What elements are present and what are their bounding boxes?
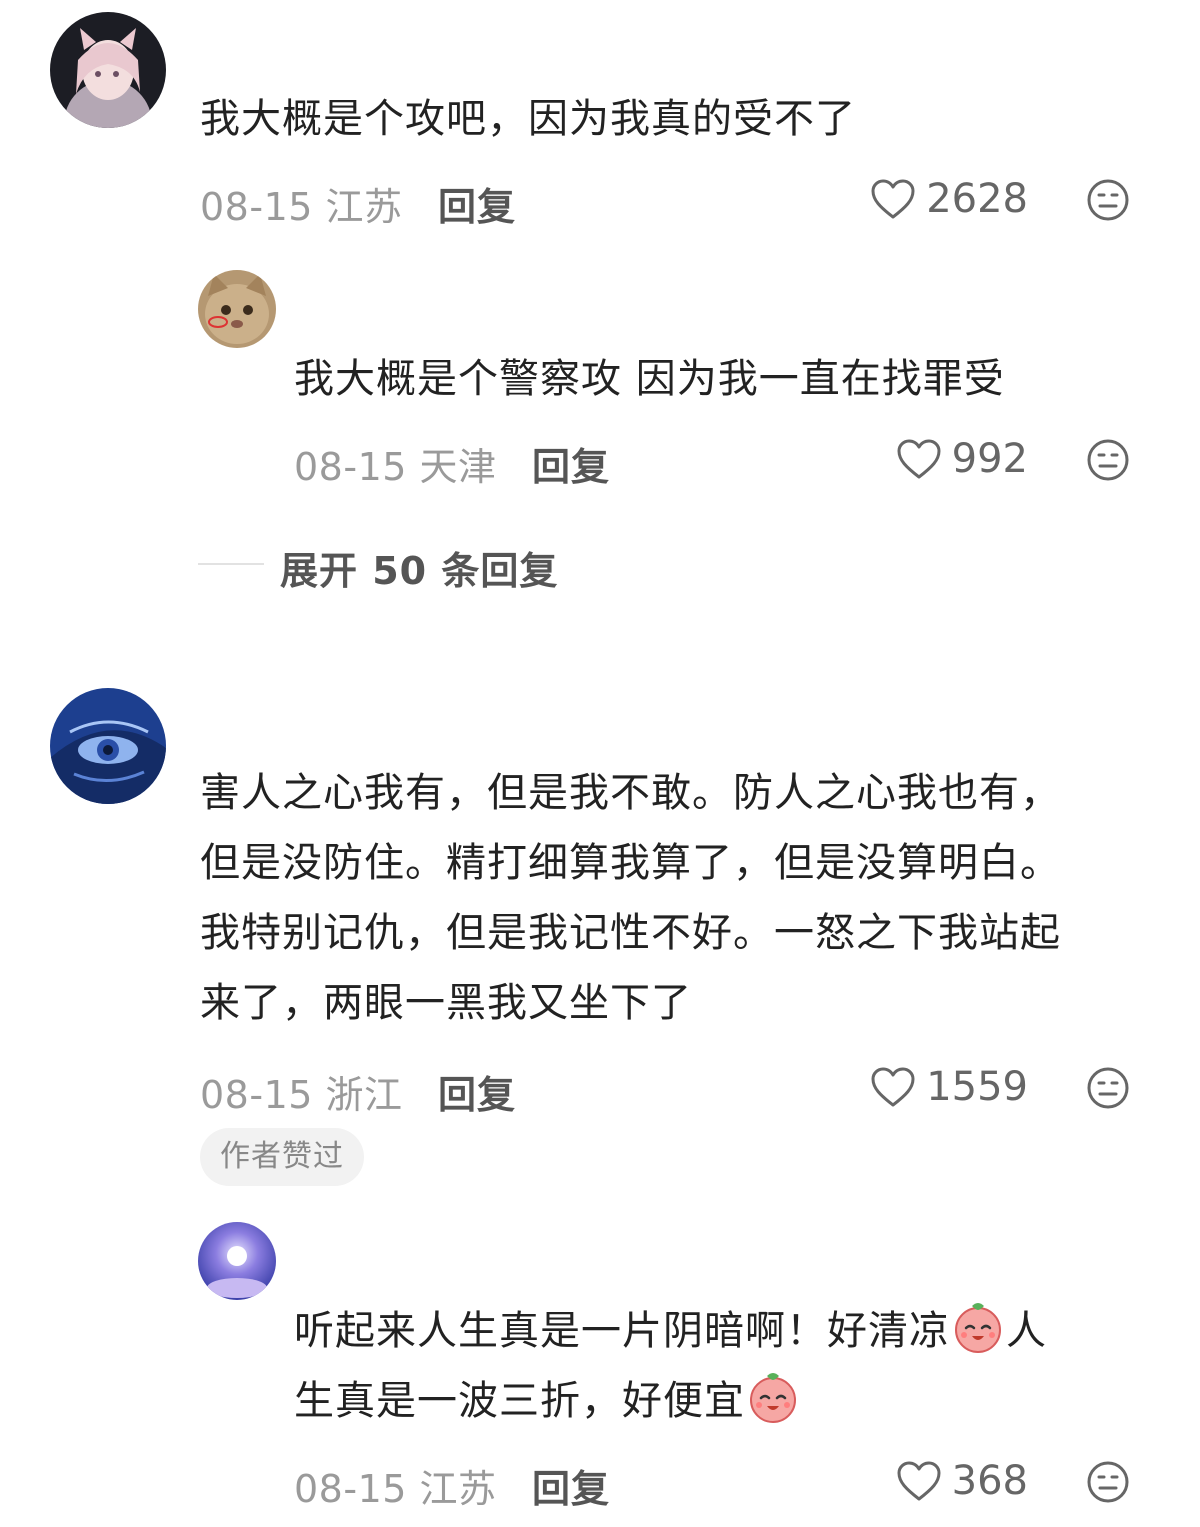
like-count: 1559	[926, 1064, 1028, 1110]
reply-location: 天津	[419, 445, 497, 489]
comment-meta: 08-15 浙江	[200, 1064, 403, 1119]
reply-button[interactable]: 回复	[438, 1064, 516, 1119]
reply-button[interactable]: 回复	[532, 436, 610, 491]
reply-text-part: 生真是一波三折，好便宜	[294, 1378, 745, 1424]
heart-outline-icon	[897, 1461, 941, 1501]
neutral-face-icon[interactable]	[1086, 438, 1130, 482]
like-count: 368	[951, 1458, 1028, 1504]
reply-text-line: 生真是一波三折，好便宜	[294, 1366, 1154, 1436]
reply-location: 江苏	[419, 1467, 497, 1511]
author-liked-badge: 作者赞过	[200, 1128, 364, 1186]
avatar[interactable]	[198, 1222, 276, 1300]
reply-text: 听起来人生真是一片阴暗啊！好清凉 人 生真是一波三折，好便宜	[294, 1296, 1154, 1436]
comment-date: 08-15	[200, 185, 313, 229]
neutral-face-icon[interactable]	[1086, 1460, 1130, 1504]
reply-text-part: 人	[1006, 1308, 1047, 1354]
reply-button[interactable]: 回复	[532, 1458, 610, 1513]
reply-date: 08-15	[294, 1467, 407, 1511]
reply-meta: 08-15 天津	[294, 436, 497, 491]
comment-location: 浙江	[325, 1073, 403, 1117]
neutral-face-icon[interactable]	[1086, 1066, 1130, 1110]
reply-text-line: 听起来人生真是一片阴暗啊！好清凉 人	[294, 1296, 1154, 1366]
heart-outline-icon	[897, 439, 941, 479]
neutral-face-icon[interactable]	[1086, 178, 1130, 222]
avatar[interactable]	[50, 688, 166, 804]
like-button[interactable]: 1559	[870, 1064, 1028, 1110]
avatar[interactable]	[198, 270, 276, 348]
like-button[interactable]: 2628	[870, 176, 1028, 222]
expand-divider	[198, 563, 264, 565]
reply-text-part: 听起来人生真是一片阴暗啊！好清凉	[294, 1308, 950, 1354]
comment-text-line: 但是没防住。精打细算我算了，但是没算明白。	[200, 840, 1061, 886]
heart-outline-icon	[871, 1067, 915, 1107]
comment-location: 江苏	[325, 185, 403, 229]
comment-date: 08-15	[200, 1073, 313, 1117]
peach-smile-emoji	[955, 1303, 1001, 1353]
comment-text-line: 我特别记仇，但是我记性不好。一怒之下我站起	[200, 910, 1061, 956]
avatar[interactable]	[50, 12, 166, 128]
like-button[interactable]: 992	[896, 436, 1028, 482]
comment-text-line: 来了，两眼一黑我又坐下了	[200, 980, 692, 1026]
comment-text: 害人之心我有，但是我不敢。防人之心我也有， 但是没防住。精打细算我算了，但是没算…	[200, 758, 1061, 1038]
comment-meta: 08-15 江苏	[200, 176, 403, 231]
like-count: 2628	[926, 176, 1028, 222]
peach-smile-emoji	[750, 1373, 796, 1423]
like-button[interactable]: 368	[896, 1458, 1028, 1504]
heart-outline-icon	[871, 179, 915, 219]
reply-text: 我大概是个警察攻 因为我一直在找罪受	[294, 356, 1005, 402]
reply-meta: 08-15 江苏	[294, 1458, 497, 1513]
expand-replies-button[interactable]: 展开 50 条回复	[280, 540, 558, 595]
reply-button[interactable]: 回复	[438, 176, 516, 231]
comment-text: 我大概是个攻吧，因为我真的受不了	[200, 96, 856, 142]
reply-date: 08-15	[294, 445, 407, 489]
like-count: 992	[951, 436, 1028, 482]
comment-text-line: 害人之心我有，但是我不敢。防人之心我也有，	[200, 770, 1061, 816]
